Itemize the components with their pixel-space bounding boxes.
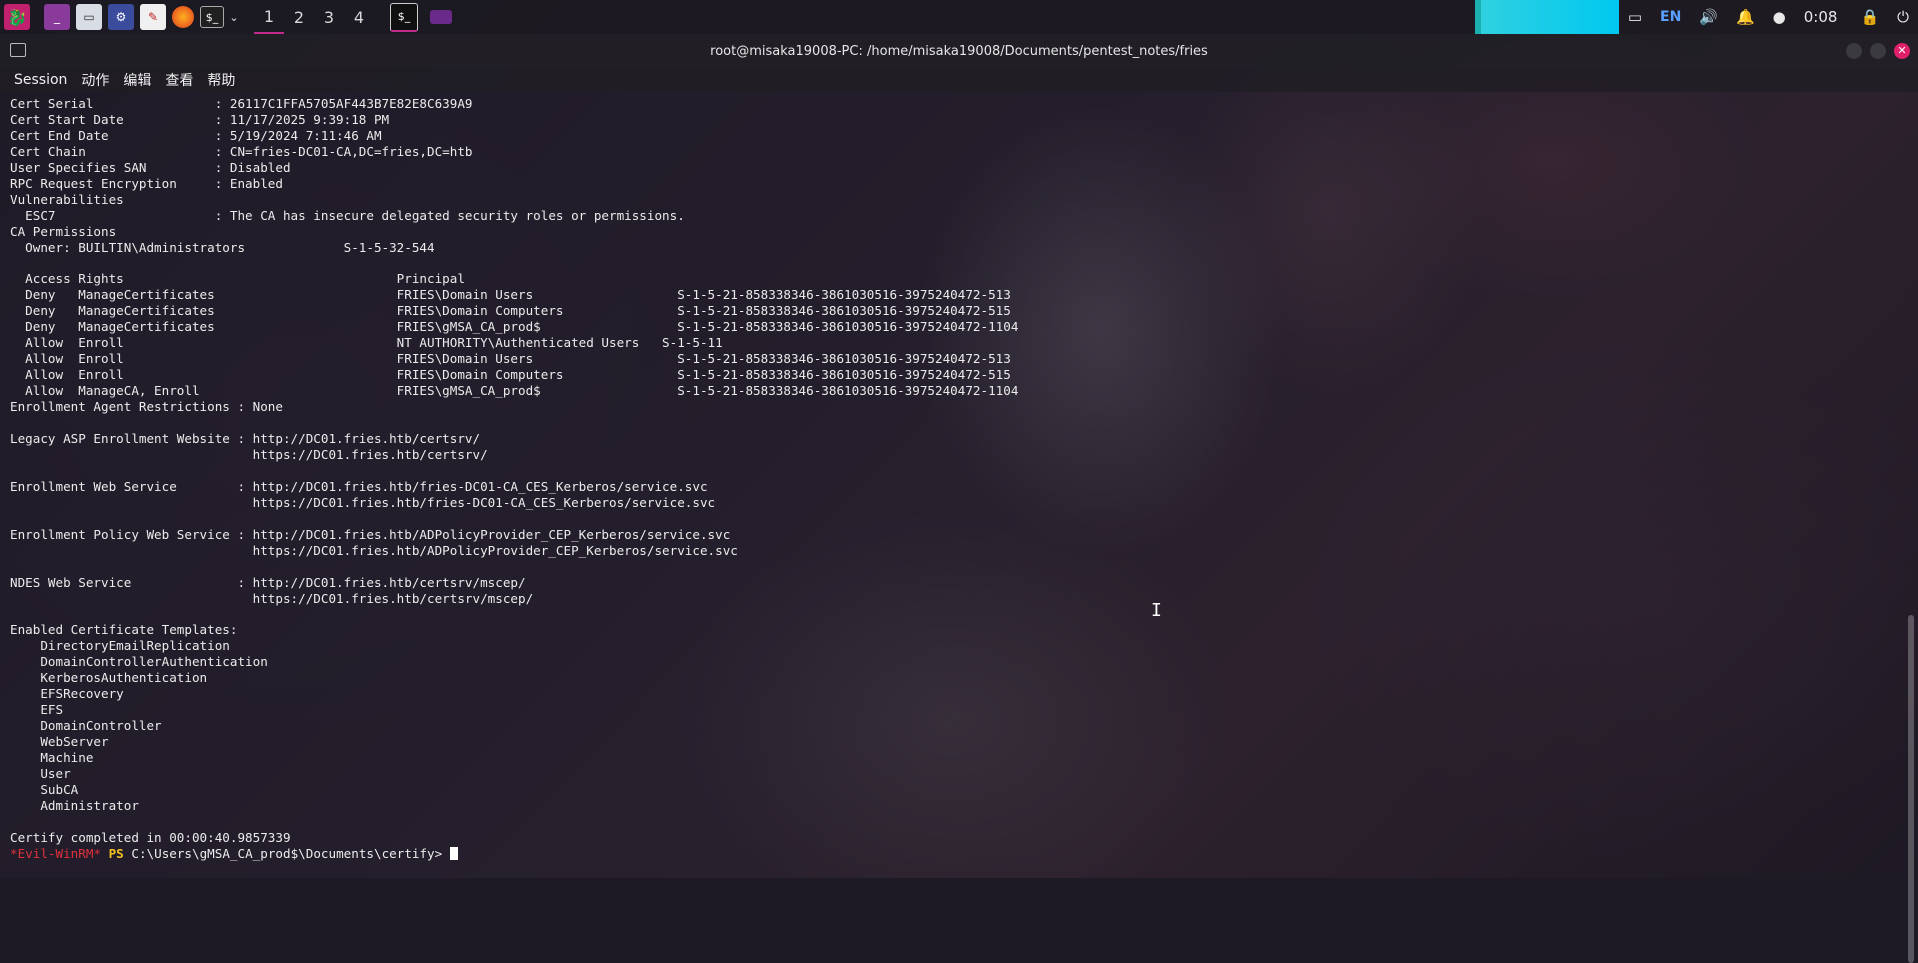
terminal-line: WebServer	[10, 734, 109, 750]
window-titlebar[interactable]: root@misaka19008-PC: /home/misaka19008/D…	[0, 34, 1918, 68]
workspace-4[interactable]: 4	[344, 0, 374, 34]
language-indicator[interactable]: EN	[1660, 9, 1681, 25]
terminal-line: Deny ManageCertificates FRIES\gMSA_CA_pr…	[10, 319, 1019, 335]
taskbar: 🐉 _ ▭ ⚙ ✎ $_ ⌄ 1 2 3 4 $_ ▭ EN 🔊 🔔 ● 0:0…	[0, 0, 1918, 34]
workspace-2[interactable]: 2	[284, 0, 314, 34]
terminal-line: KerberosAuthentication	[10, 670, 208, 686]
terminal-scrollbar[interactable]	[1908, 615, 1914, 963]
cpu-monitor-widget	[1474, 0, 1619, 34]
terminal-line: SubCA	[10, 781, 79, 797]
mouse-ibeam-icon: I	[1151, 600, 1162, 621]
maximize-button[interactable]	[1870, 43, 1886, 59]
menu-actions[interactable]: 动作	[81, 70, 109, 90]
terminal-line: ESC7 : The CA has insecure delegated sec…	[10, 207, 685, 223]
terminal-app-icon[interactable]: _	[44, 4, 70, 30]
prompt-path: C:\Users\gMSA_CA_prod$\Documents\certify…	[131, 846, 443, 861]
terminal-line: DirectoryEmailReplication	[10, 638, 230, 654]
menu-edit[interactable]: 编辑	[123, 70, 151, 90]
terminal-line: Certify completed in 00:00:40.9857339	[10, 829, 291, 845]
terminal-line: Enrollment Policy Web Service : http://D…	[10, 526, 731, 542]
terminal-line: RPC Request Encryption : Enabled	[10, 175, 283, 191]
terminal-line: Vulnerabilities	[10, 191, 124, 207]
terminal-line: DomainControllerAuthentication	[10, 654, 268, 670]
menu-bar: Session 动作 编辑 查看 帮助	[0, 68, 1918, 92]
terminal-line: Enrollment Web Service : http://DC01.fri…	[10, 478, 708, 494]
terminal-launcher-icon[interactable]: $_	[200, 6, 224, 28]
menu-session[interactable]: Session	[14, 72, 67, 88]
terminal-line: EFS	[10, 702, 64, 718]
clock[interactable]: 0:08	[1804, 8, 1838, 26]
lock-icon[interactable]: 🔒	[1860, 8, 1879, 26]
terminal-line: Deny ManageCertificates FRIES\Domain Com…	[10, 303, 1011, 319]
terminal-line: Cert Serial : 26117C1FFA5705AF443B7E82E8…	[10, 96, 473, 111]
workspace-3[interactable]: 3	[314, 0, 344, 34]
close-button[interactable]: ✕	[1894, 43, 1910, 59]
menu-help[interactable]: 帮助	[207, 70, 235, 90]
minimize-button[interactable]	[1846, 43, 1862, 59]
display-icon[interactable]: ▭	[1628, 8, 1642, 26]
terminal-line: Legacy ASP Enrollment Website : http://D…	[10, 431, 481, 447]
terminal-line: NDES Web Service : http://DC01.fries.htb…	[10, 574, 526, 590]
prompt-shell-label: *Evil-WinRM*	[10, 846, 101, 861]
window-title: root@misaka19008-PC: /home/misaka19008/D…	[710, 43, 1208, 59]
notifications-icon[interactable]: 🔔	[1736, 8, 1755, 26]
text-editor-icon[interactable]: ✎	[140, 4, 166, 30]
terminal-output-area[interactable]: Cert Serial : 26117C1FFA5705AF443B7E82E8…	[0, 92, 1918, 963]
terminal-line: User	[10, 766, 71, 782]
chevron-down-icon[interactable]: ⌄	[228, 4, 240, 30]
firefox-icon[interactable]	[172, 6, 194, 28]
terminal-line: User Specifies SAN : Disabled	[10, 159, 291, 175]
terminal-line: Owner: BUILTIN\Administrators S-1-5-32-5…	[10, 239, 435, 255]
terminal-line: Enrollment Agent Restrictions : None	[10, 399, 283, 415]
terminal-line: DomainController	[10, 718, 162, 734]
menu-view[interactable]: 查看	[165, 70, 193, 90]
terminal-line: Cert End Date : 5/19/2024 7:11:46 AM	[10, 127, 382, 143]
terminal-line: Access Rights Principal	[10, 271, 465, 287]
terminal-line: Allow Enroll NT AUTHORITY\Authenticated …	[10, 335, 723, 351]
launcher-icon[interactable]: 🐉	[4, 4, 30, 30]
settings-app-icon[interactable]: ⚙	[108, 4, 134, 30]
text-cursor	[449, 847, 458, 860]
terminal-line: Allow Enroll FRIES\Domain Users S-1-5-21…	[10, 351, 1011, 367]
power-icon[interactable]: ⏻	[1897, 8, 1909, 26]
terminal-line: https://DC01.fries.htb/certsrv/mscep/	[10, 590, 534, 606]
terminal-line: Cert Start Date : 11/17/2025 9:39:18 PM	[10, 111, 390, 127]
task-terminal-icon[interactable]: $_	[390, 2, 418, 32]
terminal-line: https://DC01.fries.htb/certsrv/	[10, 446, 488, 462]
terminal-line: Administrator	[10, 797, 139, 813]
terminal-output: Cert Serial : 26117C1FFA5705AF443B7E82E8…	[10, 96, 1018, 846]
terminal-line: Machine	[10, 750, 94, 766]
task-app-icon[interactable]	[430, 10, 452, 24]
prompt-ps-label: PS	[108, 846, 124, 861]
network-icon[interactable]: ●	[1773, 8, 1786, 26]
terminal-line: CA Permissions	[10, 223, 117, 239]
terminal-line: https://DC01.fries.htb/fries-DC01-CA_CES…	[10, 494, 716, 510]
file-manager-icon[interactable]: ▭	[76, 4, 102, 30]
terminal-line: Allow ManageCA, Enroll FRIES\gMSA_CA_pro…	[10, 383, 1019, 399]
window-menu-icon[interactable]	[10, 43, 26, 57]
terminal-line: Allow Enroll FRIES\Domain Computers S-1-…	[10, 367, 1011, 383]
terminal-prompt[interactable]: *Evil-WinRM* PS C:\Users\gMSA_CA_prod$\D…	[10, 846, 458, 862]
volume-icon[interactable]: 🔊	[1699, 8, 1718, 26]
terminal-line: https://DC01.fries.htb/ADPolicyProvider_…	[10, 542, 738, 558]
workspace-1[interactable]: 1	[254, 0, 284, 34]
terminal-line: Cert Chain : CN=fries-DC01-CA,DC=fries,D…	[10, 143, 473, 159]
terminal-line: Deny ManageCertificates FRIES\Domain Use…	[10, 287, 1011, 303]
terminal-line: EFSRecovery	[10, 686, 124, 702]
terminal-line: Enabled Certificate Templates:	[10, 622, 238, 638]
